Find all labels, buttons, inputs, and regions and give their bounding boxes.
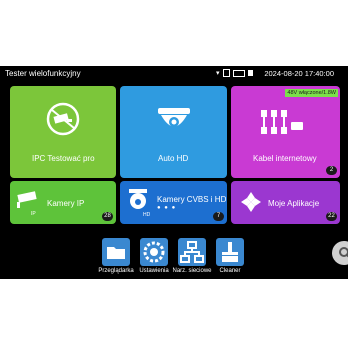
network-cable-icon bbox=[261, 110, 303, 134]
tile-kamery-cvbs-label: Kamery CVBS i HD bbox=[157, 195, 227, 204]
tile-kamery-ip-badge: 28 bbox=[102, 212, 113, 221]
tile-kamery-ip-sub: IP bbox=[31, 211, 36, 217]
tile-kamery-cvbs-sub: HD bbox=[143, 212, 151, 218]
dock: Przeglądarka Ustawienia Narz. sieciowe C… bbox=[0, 238, 348, 279]
page-dots: ● ● ● bbox=[157, 205, 177, 211]
tile-cable[interactable]: 48V włączone/1.8W Kabel internetowy 2 bbox=[231, 86, 340, 178]
bullet-camera-icon bbox=[17, 191, 37, 208]
dock-cleaner[interactable]: Cleaner bbox=[206, 238, 254, 274]
dock-cleaner-label: Cleaner bbox=[219, 268, 241, 274]
device-screen: Tester wielofunkcyjny ▾ 2024-08-20 17:40… bbox=[0, 66, 348, 279]
tile-auto-hd-label: Auto HD bbox=[158, 154, 189, 163]
wifi-icon: ▾ bbox=[216, 70, 220, 77]
tile-ipc-label: IPC Testować pro bbox=[32, 154, 95, 163]
network-icon bbox=[178, 238, 206, 266]
poe-notice: 48V włączone/1.8W bbox=[285, 89, 338, 97]
tile-moje-aplikacje-label: Moje Aplikacje bbox=[268, 199, 320, 208]
tile-kamery-cvbs-badge: 7 bbox=[213, 212, 224, 221]
side-search-handle[interactable] bbox=[332, 241, 348, 265]
search-icon bbox=[339, 247, 348, 258]
dock-settings-label: Ustawienia bbox=[139, 268, 169, 274]
usb-icon bbox=[247, 70, 253, 76]
dock-browser-label: Przeglądarka bbox=[98, 268, 134, 274]
datetime: 2024-08-20 17:40:00 bbox=[264, 69, 334, 78]
tile-cable-label: Kabel internetowy bbox=[253, 154, 317, 163]
gear-icon bbox=[140, 238, 168, 266]
camera-test-icon bbox=[46, 102, 80, 136]
tile-kamery-ip-label: Kamery IP bbox=[47, 199, 85, 208]
app-title: Tester wielofunkcyjny bbox=[5, 69, 81, 78]
battery-icon bbox=[232, 69, 245, 77]
tile-kamery-ip[interactable]: IP Kamery IP 28 bbox=[10, 181, 116, 224]
sd-card-icon bbox=[222, 69, 230, 77]
tile-kamery-cvbs[interactable]: HD Kamery CVBS i HD ● ● ● 7 bbox=[120, 181, 227, 224]
tile-moje-aplikacje-badge: 22 bbox=[326, 212, 337, 221]
tile-cable-badge: 2 bbox=[326, 166, 337, 175]
dome-camera-icon bbox=[158, 108, 190, 127]
broom-icon bbox=[216, 238, 244, 266]
folder-icon bbox=[102, 238, 130, 266]
tile-ipc[interactable]: IPC Testować pro bbox=[10, 86, 116, 178]
tile-moje-aplikacje[interactable]: Moje Aplikacje 22 bbox=[231, 181, 340, 224]
status-bar: Tester wielofunkcyjny ▾ 2024-08-20 17:40… bbox=[0, 66, 348, 81]
apps-icon bbox=[241, 192, 261, 212]
ptz-camera-icon bbox=[129, 189, 147, 209]
tile-auto-hd[interactable]: Auto HD bbox=[120, 86, 227, 178]
status-icons: ▾ bbox=[216, 69, 253, 77]
